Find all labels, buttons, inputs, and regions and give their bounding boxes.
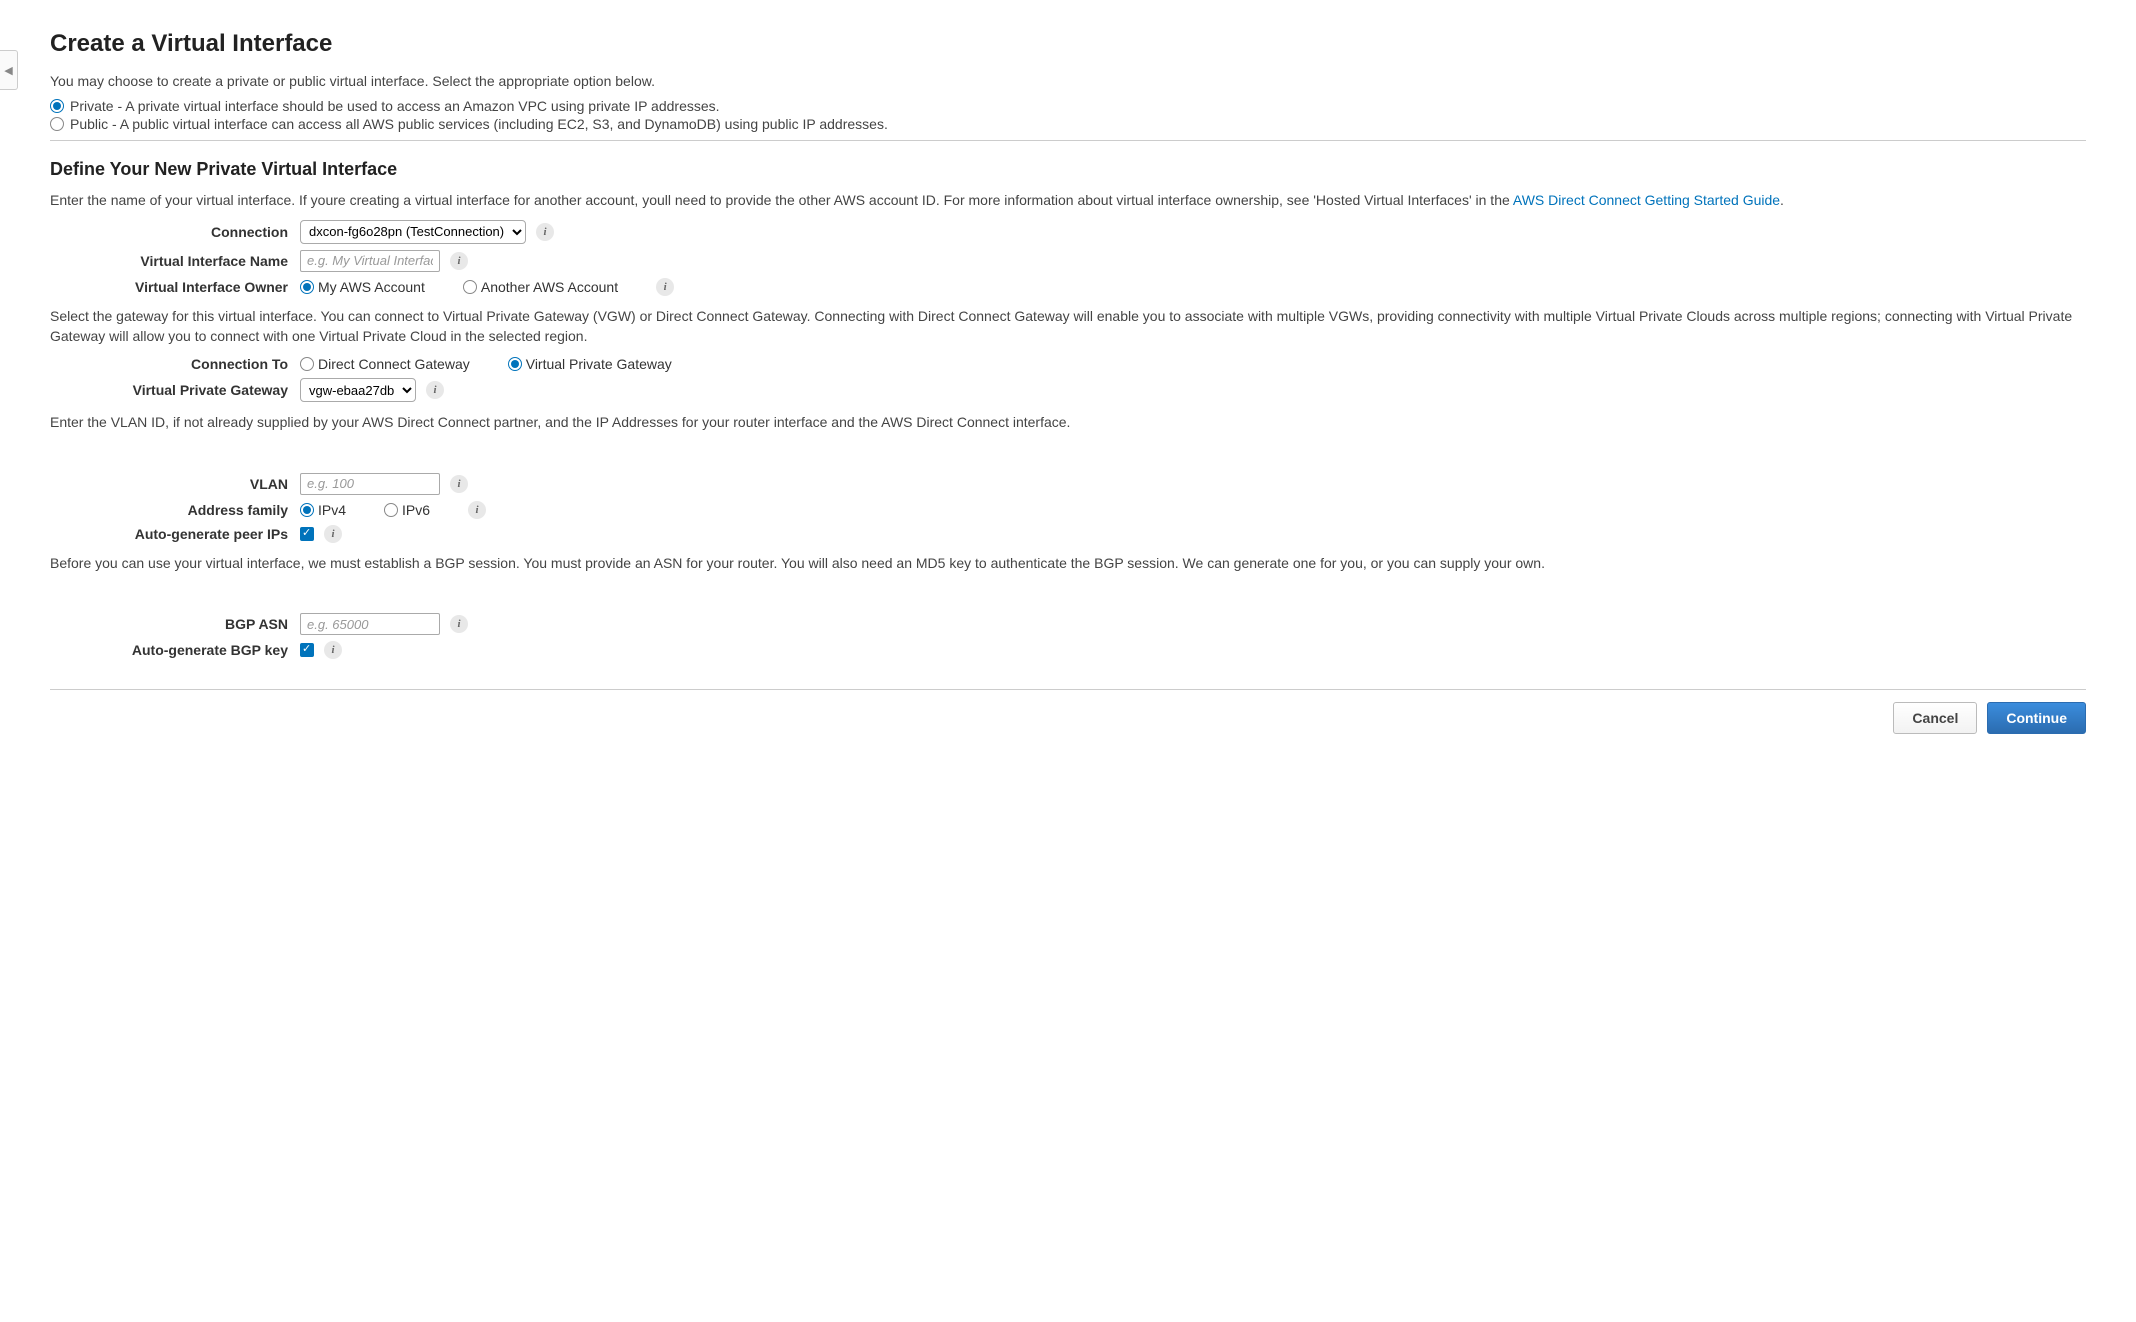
address-family-ipv6-label: IPv6: [402, 502, 430, 518]
info-icon[interactable]: i: [450, 475, 468, 493]
connection-to-dcg-radio[interactable]: [300, 357, 314, 371]
intro-text: You may choose to create a private or pu…: [50, 72, 2086, 92]
vlan-help-text: Enter the VLAN ID, if not already suppli…: [50, 412, 2086, 432]
address-family-ipv4-radio[interactable]: [300, 503, 314, 517]
auto-peer-ips-label: Auto-generate peer IPs: [50, 526, 300, 542]
section-define-suffix: .: [1780, 192, 1784, 208]
vlan-label: VLAN: [50, 476, 300, 492]
section-define-heading: Define Your New Private Virtual Interfac…: [50, 159, 2086, 180]
vif-type-public-radio[interactable]: [50, 117, 64, 131]
info-icon[interactable]: i: [324, 525, 342, 543]
connection-to-vpg-radio[interactable]: [508, 357, 522, 371]
gateway-help-text: Select the gateway for this virtual inte…: [50, 306, 2086, 347]
section-define-prefix: Enter the name of your virtual interface…: [50, 192, 1513, 208]
address-family-label: Address family: [50, 502, 300, 518]
info-icon[interactable]: i: [536, 223, 554, 241]
info-icon[interactable]: i: [656, 278, 674, 296]
divider: [50, 140, 2086, 141]
vpg-select[interactable]: vgw-ebaa27db: [300, 378, 416, 402]
connection-to-label: Connection To: [50, 356, 300, 372]
info-icon[interactable]: i: [324, 641, 342, 659]
auto-peer-ips-checkbox[interactable]: [300, 527, 314, 541]
bgp-asn-label: BGP ASN: [50, 616, 300, 632]
info-icon[interactable]: i: [426, 381, 444, 399]
bgp-help-text: Before you can use your virtual interfac…: [50, 553, 2086, 573]
vif-name-input[interactable]: [300, 250, 440, 272]
auto-bgp-key-label: Auto-generate BGP key: [50, 642, 300, 658]
connection-label: Connection: [50, 224, 300, 240]
owner-another-account-radio[interactable]: [463, 280, 477, 294]
owner-another-account-label: Another AWS Account: [481, 279, 618, 295]
vif-type-public-label: Public - A public virtual interface can …: [70, 116, 888, 132]
auto-bgp-key-checkbox[interactable]: [300, 643, 314, 657]
vpg-label: Virtual Private Gateway: [50, 382, 300, 398]
page-title: Create a Virtual Interface: [50, 30, 2086, 58]
address-family-ipv6-radio[interactable]: [384, 503, 398, 517]
section-define-text: Enter the name of your virtual interface…: [50, 190, 2086, 210]
bgp-asn-input[interactable]: [300, 613, 440, 635]
info-icon[interactable]: i: [450, 615, 468, 633]
address-family-ipv4-label: IPv4: [318, 502, 346, 518]
vif-name-label: Virtual Interface Name: [50, 253, 300, 269]
getting-started-guide-link[interactable]: AWS Direct Connect Getting Started Guide: [1513, 192, 1780, 208]
info-icon[interactable]: i: [468, 501, 486, 519]
vif-type-private-radio[interactable]: [50, 99, 64, 113]
vif-owner-label: Virtual Interface Owner: [50, 279, 300, 295]
connection-to-vpg-label: Virtual Private Gateway: [526, 356, 672, 372]
connection-select[interactable]: dxcon-fg6o28pn (TestConnection): [300, 220, 526, 244]
continue-button[interactable]: Continue: [1987, 702, 2086, 734]
vif-type-private-label: Private - A private virtual interface sh…: [70, 98, 720, 114]
collapse-panel-toggle[interactable]: ◀: [0, 50, 18, 90]
cancel-button[interactable]: Cancel: [1893, 702, 1977, 734]
info-icon[interactable]: i: [450, 252, 468, 270]
vlan-input[interactable]: [300, 473, 440, 495]
owner-my-account-label: My AWS Account: [318, 279, 425, 295]
connection-to-dcg-label: Direct Connect Gateway: [318, 356, 470, 372]
owner-my-account-radio[interactable]: [300, 280, 314, 294]
